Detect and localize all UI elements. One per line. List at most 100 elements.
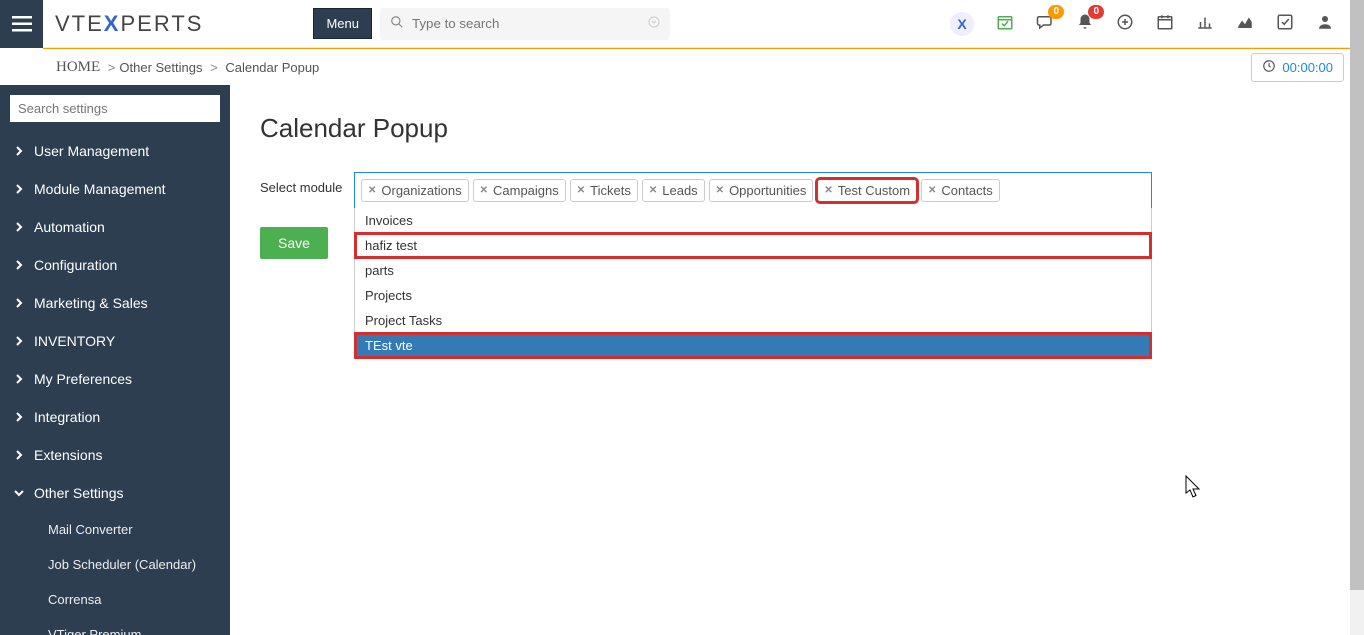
calendar-check-icon[interactable]	[996, 13, 1014, 34]
content: Calendar Popup Select module ✕ Organizati…	[230, 85, 1364, 635]
selected-tag[interactable]: ✕ Contacts	[921, 179, 1000, 202]
tag-label: Tickets	[590, 183, 631, 198]
breadcrumb-home[interactable]: HOME	[56, 59, 100, 76]
area-chart-icon[interactable]	[1236, 13, 1254, 34]
global-search[interactable]	[380, 8, 670, 40]
sidebar-subitem[interactable]: VTiger Premium	[0, 617, 230, 635]
remove-tag-icon[interactable]: ✕	[480, 185, 488, 196]
chevron-icon	[14, 409, 24, 425]
logo: VTEXPERTS	[55, 11, 203, 37]
sidebar-item[interactable]: Other Settings	[0, 474, 230, 512]
sidebar-item-label: My Preferences	[34, 371, 132, 387]
save-button[interactable]: Save	[260, 227, 328, 259]
tag-label: Contacts	[941, 183, 992, 198]
selected-tag[interactable]: ✕ Test Custom	[817, 179, 917, 202]
sidebar-item[interactable]: Marketing & Sales	[0, 284, 230, 322]
bell-badge: 0	[1088, 5, 1104, 19]
selected-tag[interactable]: ✕ Organizations	[361, 179, 469, 202]
sidebar-item[interactable]: Integration	[0, 398, 230, 436]
sidebar-item[interactable]: User Management	[0, 132, 230, 170]
chevron-icon	[14, 447, 24, 463]
selected-tag[interactable]: ✕ Tickets	[570, 179, 638, 202]
tag-label: Test Custom	[838, 183, 910, 198]
page-title: Calendar Popup	[260, 113, 1334, 144]
sidebar-subitem[interactable]: Job Scheduler (Calendar)	[0, 547, 230, 582]
bell-icon[interactable]: 0	[1076, 13, 1094, 34]
dropdown-option[interactable]: hafiz test	[355, 233, 1151, 258]
selected-tag[interactable]: ✕ Campaigns	[473, 179, 566, 202]
chevron-icon	[14, 257, 24, 273]
tag-label: Organizations	[381, 183, 461, 198]
remove-tag-icon[interactable]: ✕	[577, 185, 585, 196]
sidebar-item[interactable]: INVENTORY	[0, 322, 230, 360]
breadcrumb: HOME > Other Settings > Calendar Popup 0…	[0, 49, 1364, 85]
sidebar-item-label: Module Management	[34, 181, 166, 197]
sidebar: User Management Module Management Automati…	[0, 85, 230, 635]
sidebar-item-label: Marketing & Sales	[34, 295, 148, 311]
sidebar-search-input[interactable]	[10, 95, 220, 122]
dropdown-option[interactable]: TEst vte	[355, 333, 1151, 358]
search-icon	[390, 15, 404, 32]
selected-tag[interactable]: ✕ Opportunities	[709, 179, 814, 202]
select-module-row: Select module ✕ Organizations ✕ Campaigns ✕ T…	[260, 172, 1334, 209]
breadcrumb-item[interactable]: Calendar Popup	[225, 60, 319, 75]
selected-tag[interactable]: ✕ Leads	[642, 179, 705, 202]
chevron-icon	[14, 181, 24, 197]
menu-button[interactable]: Menu	[313, 8, 372, 39]
module-dropdown: Invoiceshafiz testpartsProjectsProject T…	[354, 208, 1152, 359]
clock-icon	[1262, 59, 1276, 76]
chevron-icon	[14, 295, 24, 311]
sidebar-item-label: Integration	[34, 409, 100, 425]
sidebar-item[interactable]: Extensions	[0, 436, 230, 474]
user-icon[interactable]	[1316, 13, 1334, 34]
search-dropdown-icon[interactable]	[648, 16, 660, 31]
chat-icon[interactable]: 0	[1036, 13, 1054, 34]
dropdown-option[interactable]: Invoices	[355, 208, 1151, 233]
sidebar-item[interactable]: My Preferences	[0, 360, 230, 398]
sidebar-item-label: Other Settings	[34, 485, 124, 501]
scrollbar[interactable]	[1350, 0, 1364, 635]
checkbox-icon[interactable]	[1276, 13, 1294, 34]
chevron-icon	[14, 143, 24, 159]
remove-tag-icon[interactable]: ✕	[368, 185, 376, 196]
sidebar-item[interactable]: Automation	[0, 208, 230, 246]
hamburger-menu-icon[interactable]	[0, 0, 43, 48]
chevron-icon	[14, 371, 24, 387]
timer-value: 00:00:00	[1282, 60, 1333, 75]
chevron-icon	[14, 219, 24, 235]
tag-label: Leads	[662, 183, 697, 198]
remove-tag-icon[interactable]: ✕	[824, 185, 832, 196]
remove-tag-icon[interactable]: ✕	[716, 185, 724, 196]
sidebar-item-label: User Management	[34, 143, 149, 159]
chat-badge: 0	[1048, 5, 1064, 19]
remove-tag-icon[interactable]: ✕	[928, 185, 936, 196]
select-module-label: Select module	[260, 172, 346, 195]
dropdown-option[interactable]: Projects	[355, 283, 1151, 308]
sidebar-item-label: Automation	[34, 219, 105, 235]
breadcrumb-item[interactable]: Other Settings	[119, 60, 202, 75]
brand-icon[interactable]: X	[950, 12, 974, 36]
sidebar-item[interactable]: Configuration	[0, 246, 230, 284]
timer[interactable]: 00:00:00	[1251, 53, 1344, 82]
bar-chart-icon[interactable]	[1196, 13, 1214, 34]
cursor-icon	[1185, 475, 1203, 502]
calendar-icon[interactable]	[1156, 13, 1174, 34]
chevron-icon	[14, 485, 24, 501]
search-input[interactable]	[404, 16, 648, 31]
sidebar-item-label: Configuration	[34, 257, 117, 273]
sidebar-item-label: Extensions	[34, 447, 102, 463]
chevron-icon	[14, 333, 24, 349]
sidebar-subitem[interactable]: Corrensa	[0, 582, 230, 617]
tag-label: Opportunities	[729, 183, 806, 198]
dropdown-option[interactable]: parts	[355, 258, 1151, 283]
sidebar-item-label: INVENTORY	[34, 333, 115, 349]
tag-label: Campaigns	[493, 183, 559, 198]
sidebar-subitem[interactable]: Mail Converter	[0, 512, 230, 547]
sidebar-item[interactable]: Module Management	[0, 170, 230, 208]
module-multiselect[interactable]: ✕ Organizations ✕ Campaigns ✕ Tickets ✕ Leads ✕ O…	[354, 172, 1152, 209]
plus-circle-icon[interactable]	[1116, 13, 1134, 34]
scrollbar-thumb[interactable]	[1350, 0, 1364, 590]
remove-tag-icon[interactable]: ✕	[649, 185, 657, 196]
dropdown-option[interactable]: Project Tasks	[355, 308, 1151, 333]
topbar: VTEXPERTS Menu X 0 0	[0, 0, 1364, 48]
